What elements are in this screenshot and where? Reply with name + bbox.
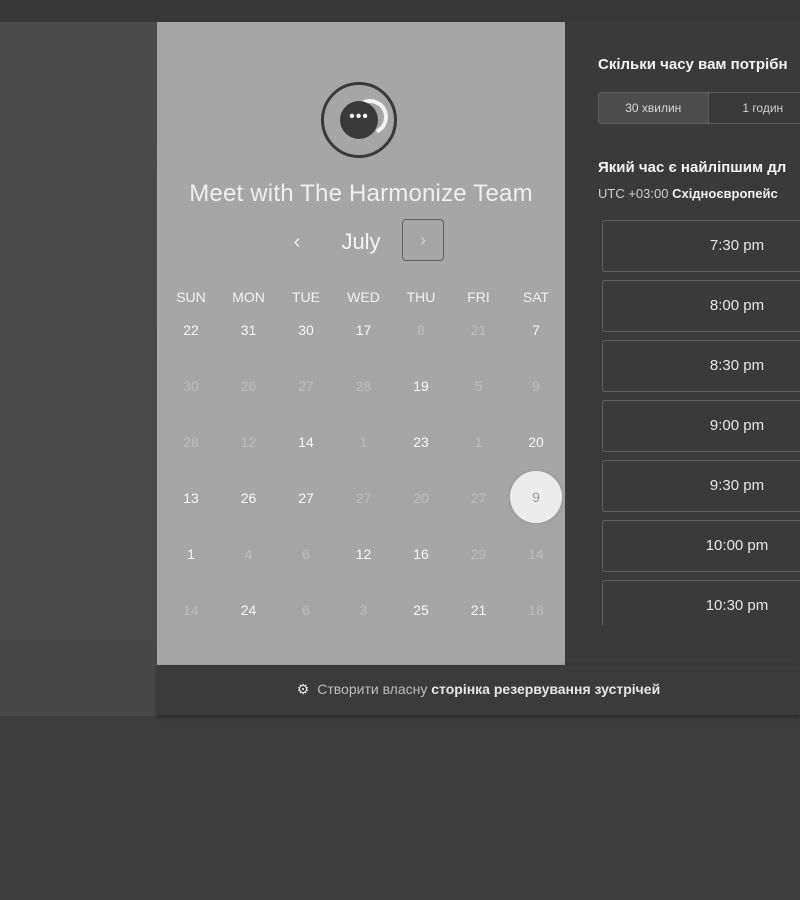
- weekday-label: SAT: [522, 289, 550, 305]
- calendar-day[interactable]: 25: [392, 602, 450, 618]
- calendar-day[interactable]: 16: [392, 546, 450, 562]
- calendar-day[interactable]: 13: [162, 490, 220, 506]
- calendar-day: 6: [302, 546, 310, 562]
- calendar-day: 12: [240, 434, 257, 450]
- calendar-day[interactable]: 21: [450, 602, 508, 618]
- calendar-day: 27: [355, 490, 372, 506]
- time-slot-button[interactable]: 7:30 pm: [602, 220, 800, 272]
- weekday-label: WED: [347, 289, 380, 305]
- duration-30min-button[interactable]: 30 хвилин: [599, 93, 709, 123]
- top-strip: [0, 0, 800, 22]
- calendar-day: 6: [302, 602, 310, 618]
- calendar-day: 1: [359, 434, 368, 450]
- weekday-label: TUE: [292, 289, 320, 305]
- hubspot-sprocket-icon: ⚙: [296, 681, 310, 697]
- calendar-day[interactable]: 14: [277, 434, 335, 450]
- calendar-day: 28: [355, 378, 372, 394]
- calendar-day: 20: [413, 490, 429, 506]
- footer-text: ⚙ Створити власну сторінка резервування …: [157, 681, 800, 698]
- calendar-day: 8: [417, 322, 425, 338]
- time-slot-button[interactable]: 10:30 pm: [602, 580, 800, 625]
- booking-pane: Скільки часу вам потрібн 30 хвилин 1 год…: [565, 22, 800, 665]
- footer-link[interactable]: сторінка резервування зустрічей: [431, 681, 660, 697]
- duration-toggle: 30 хвилин 1 годин: [598, 92, 800, 124]
- calendar-day[interactable]: 23: [392, 434, 450, 450]
- weekday-label: FRI: [467, 289, 490, 305]
- calendar-day-selected[interactable]: 9: [510, 471, 562, 523]
- calendar-day: 18: [528, 602, 544, 618]
- time-slot-button[interactable]: 10:00 pm: [602, 520, 800, 572]
- timezone-label: UTC +03:00 Східноєвропейс: [598, 186, 778, 201]
- time-slot-button[interactable]: 9:00 pm: [602, 400, 800, 452]
- duration-1hour-button[interactable]: 1 годин: [709, 93, 800, 123]
- weekday-header: SUN MON TUE WED THU FRI SAT: [157, 289, 565, 307]
- chat-bubble-icon: •••: [340, 101, 378, 139]
- calendar-day[interactable]: 1: [162, 546, 220, 562]
- calendar-day[interactable]: 27: [277, 490, 335, 506]
- duration-question: Скільки часу вам потрібн: [598, 56, 788, 73]
- next-month-button[interactable]: ›: [402, 219, 444, 261]
- calendar-day: 14: [183, 602, 199, 618]
- calendar-day: 3: [359, 602, 368, 618]
- calendar-day[interactable]: 30: [277, 322, 335, 338]
- left-backdrop: [0, 22, 157, 722]
- calendar-day: 27: [298, 378, 314, 394]
- calendar-day: 26: [240, 378, 257, 394]
- timezone-offset: UTC +03:00: [598, 186, 669, 201]
- timezone-name[interactable]: Східноєвропейс: [672, 186, 778, 201]
- ellipsis-icon: •••: [349, 108, 369, 125]
- calendar-pane: ••• Meet with The Harmonize Team ‹ July …: [157, 22, 565, 665]
- calendar-day: 9: [532, 378, 540, 394]
- time-slot-list: 7:30 pm 8:00 pm 8:30 pm 9:00 pm 9:30 pm 10:00…: [602, 220, 800, 625]
- weekday-label: MON: [232, 289, 265, 305]
- calendar-day[interactable]: 22: [162, 322, 220, 338]
- bottom-backdrop: [0, 716, 800, 900]
- avatar: •••: [321, 82, 397, 158]
- calendar-day[interactable]: 17: [335, 322, 393, 338]
- prev-month-button[interactable]: ‹: [287, 227, 307, 257]
- footer-prefix: Створити власну: [317, 681, 428, 697]
- time-slot-button[interactable]: 8:30 pm: [602, 340, 800, 392]
- weekday-label: SUN: [176, 289, 206, 305]
- meeting-card: ••• Meet with The Harmonize Team ‹ July …: [157, 22, 800, 665]
- month-label: July: [341, 229, 381, 254]
- time-slot-button[interactable]: 9:30 pm: [602, 460, 800, 512]
- calendar-day: 21: [470, 322, 487, 338]
- footer-bar: ⚙ Створити власну сторінка резервування …: [157, 665, 800, 715]
- calendar-day[interactable]: 31: [220, 322, 278, 338]
- calendar-day[interactable]: 12: [335, 546, 393, 562]
- time-question: Який час є найліпшим дл: [598, 159, 787, 176]
- calendar-day: 5: [474, 378, 483, 394]
- time-slot-button[interactable]: 8:00 pm: [602, 280, 800, 332]
- calendar-day: 27: [470, 490, 487, 506]
- calendar-day[interactable]: 20: [507, 434, 565, 450]
- calendar-day: 14: [528, 546, 544, 562]
- calendar-day[interactable]: 7: [507, 322, 565, 338]
- weekday-label: THU: [406, 289, 436, 305]
- calendar-day[interactable]: 19: [392, 378, 450, 394]
- page-title: Meet with The Harmonize Team: [189, 180, 533, 207]
- calendar-day: 1: [474, 434, 483, 450]
- calendar-day: 28: [183, 434, 199, 450]
- calendar-day: 29: [470, 546, 487, 562]
- calendar-day[interactable]: 26: [220, 490, 278, 506]
- calendar-day: 4: [244, 546, 253, 562]
- calendar-day[interactable]: 24: [220, 602, 278, 618]
- calendar-day: 30: [183, 378, 199, 394]
